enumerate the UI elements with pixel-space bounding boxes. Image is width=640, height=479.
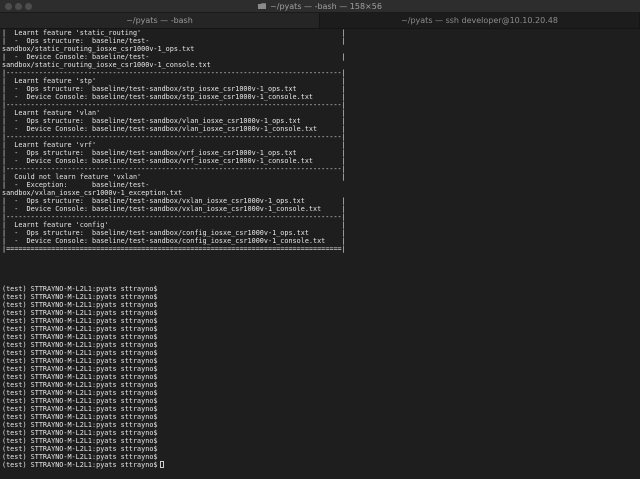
terminal-line: | Could not learn feature 'vxlan' | [2, 173, 346, 181]
terminal-line: (test) STTRAYNO-M-L2L1:pyats sttrayno$ [2, 341, 158, 349]
terminal-line: (test) STTRAYNO-M-L2L1:pyats sttrayno$ [2, 365, 158, 373]
terminal-line: (test) STTRAYNO-M-L2L1:pyats sttrayno$ [2, 381, 158, 389]
terminal-line: (test) STTRAYNO-M-L2L1:pyats sttrayno$ [2, 309, 158, 317]
terminal-line: |---------------------------------------… [2, 69, 346, 77]
terminal-line: | - Ops structure: baseline/test-sandbox… [2, 229, 346, 237]
tab-bash[interactable]: ~/pyats — -bash [0, 13, 320, 28]
terminal-line: sandbox/vxlan_iosxe_csr1000v-1_exception… [2, 189, 183, 197]
terminal-line: (test) STTRAYNO-M-L2L1:pyats sttrayno$ [2, 461, 626, 469]
terminal-line: | - Device Console: baseline/test-sandbo… [2, 125, 346, 133]
terminal-line: | - Exception: baseline/test- [2, 181, 150, 189]
terminal-output[interactable]: | Learnt feature 'static_routing' | | - O… [2, 29, 626, 477]
terminal-line: |---------------------------------------… [2, 213, 346, 221]
folder-icon [258, 3, 267, 9]
terminal-line: (test) STTRAYNO-M-L2L1:pyats sttrayno$ [2, 373, 158, 381]
terminal-line: (test) STTRAYNO-M-L2L1:pyats sttrayno$ [2, 389, 158, 397]
terminal-line: (test) STTRAYNO-M-L2L1:pyats sttrayno$ [2, 333, 158, 341]
terminal-line: |---------------------------------------… [2, 133, 346, 141]
tab-bar: ~/pyats — -bash ~/pyats — ssh developer@… [0, 13, 640, 29]
window-title-group: ~/pyats — -bash — 158×56 [0, 0, 640, 12]
scrollbar-track[interactable] [631, 160, 637, 460]
terminal-window: ~/pyats — -bash — 158×56 ~/pyats — -bash… [0, 0, 640, 479]
terminal-line: |=======================================… [2, 245, 346, 253]
terminal-line: | - Device Console: baseline/test-sandbo… [2, 93, 346, 101]
tab-bash-label: ~/pyats — -bash [126, 16, 193, 25]
tab-ssh[interactable]: ~/pyats — ssh developer@10.10.20.48 [320, 13, 640, 28]
terminal-line: | - Ops structure: baseline/test-sandbox… [2, 197, 346, 205]
terminal-line: sandbox/static_routing_iosxe_csr1000v-1_… [2, 61, 211, 69]
terminal-line: | Learnt feature 'vlan' | [2, 109, 346, 117]
terminal-line: | - Ops structure: baseline/test-sandbox… [2, 85, 346, 93]
terminal-line: | - Device Console: baseline/test- | [2, 53, 346, 61]
terminal-line: (test) STTRAYNO-M-L2L1:pyats sttrayno$ [2, 349, 158, 357]
terminal-line: | - Device Console: baseline/test-sandbo… [2, 205, 346, 213]
terminal-line: (test) STTRAYNO-M-L2L1:pyats sttrayno$ [2, 437, 158, 445]
terminal-line: (test) STTRAYNO-M-L2L1:pyats sttrayno$ [2, 397, 158, 405]
terminal-line: | - Ops structure: baseline/test-sandbox… [2, 149, 346, 157]
terminal-line: (test) STTRAYNO-M-L2L1:pyats sttrayno$ [2, 325, 158, 333]
terminal-line: (test) STTRAYNO-M-L2L1:pyats sttrayno$ [2, 421, 158, 429]
terminal-line: (test) STTRAYNO-M-L2L1:pyats sttrayno$ [2, 429, 158, 437]
terminal-line: (test) STTRAYNO-M-L2L1:pyats sttrayno$ [2, 405, 158, 413]
terminal-line: (test) STTRAYNO-M-L2L1:pyats sttrayno$ [2, 301, 158, 309]
terminal-line: (test) STTRAYNO-M-L2L1:pyats sttrayno$ [2, 293, 158, 301]
terminal-line: | - Ops structure: baseline/test- | [2, 37, 346, 45]
terminal-line: (test) STTRAYNO-M-L2L1:pyats sttrayno$ [2, 413, 158, 421]
title-bar: ~/pyats — -bash — 158×56 [0, 0, 640, 13]
text-cursor [159, 461, 164, 468]
window-title: ~/pyats — -bash — 158×56 [270, 1, 382, 11]
terminal-line: | Learnt feature 'vrf' | [2, 141, 346, 149]
terminal-line: | - Device Console: baseline/test-sandbo… [2, 157, 346, 165]
terminal-line: | Learnt feature 'static_routing' | [2, 29, 346, 37]
terminal-line: |---------------------------------------… [2, 101, 346, 109]
terminal-line: | - Device Console: baseline/test-sandbo… [2, 237, 346, 245]
terminal-line: (test) STTRAYNO-M-L2L1:pyats sttrayno$ [2, 285, 158, 293]
terminal-line: sandbox/static_routing_iosxe_csr1000v-1_… [2, 45, 195, 53]
terminal-line: | Learnt feature 'config' | [2, 221, 346, 229]
terminal-line: (test) STTRAYNO-M-L2L1:pyats sttrayno$ [2, 317, 158, 325]
terminal-line: | Learnt feature 'stp' | [2, 77, 346, 85]
terminal-line: | - Ops structure: baseline/test-sandbox… [2, 117, 346, 125]
tab-ssh-label: ~/pyats — ssh developer@10.10.20.48 [401, 16, 558, 25]
terminal-line: (test) STTRAYNO-M-L2L1:pyats sttrayno$ [2, 453, 158, 461]
terminal-line: (test) STTRAYNO-M-L2L1:pyats sttrayno$ [2, 357, 158, 365]
terminal-line: (test) STTRAYNO-M-L2L1:pyats sttrayno$ [2, 445, 158, 453]
terminal-line: |---------------------------------------… [2, 165, 346, 173]
